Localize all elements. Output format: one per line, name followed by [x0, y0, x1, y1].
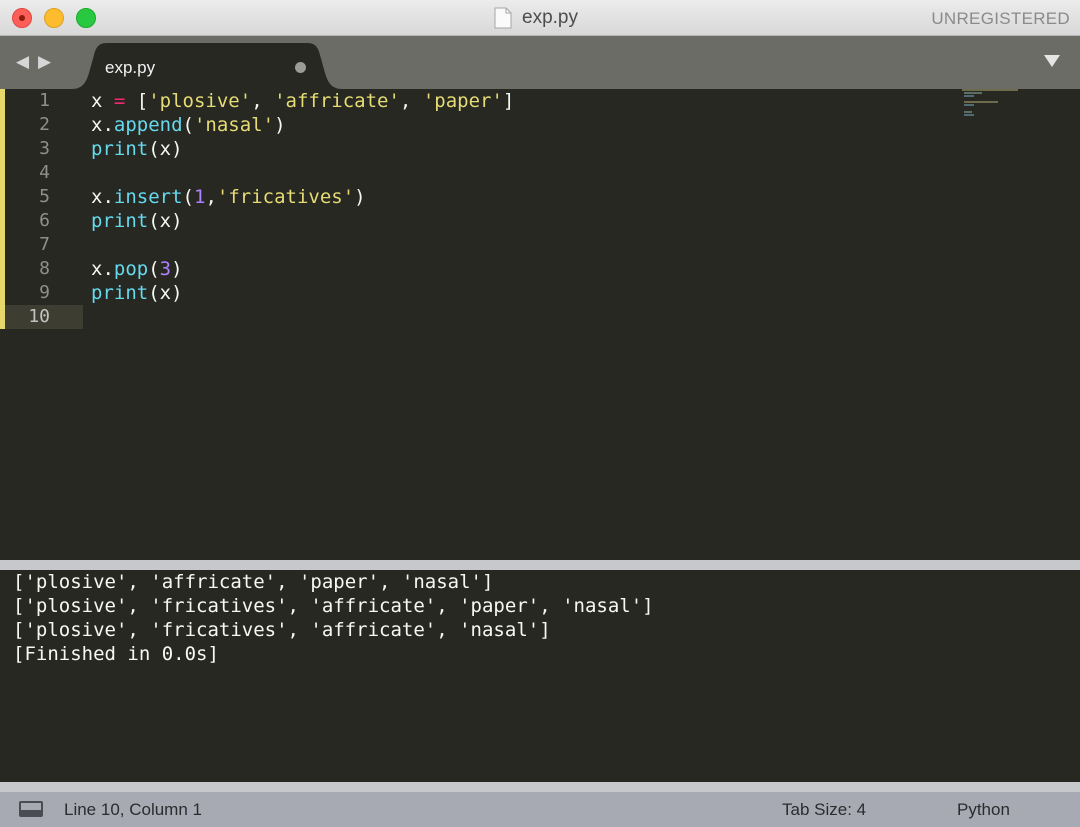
line-number: 2 [39, 114, 50, 135]
zoom-window-button[interactable] [76, 8, 96, 28]
tab-bar: ◀ ▶ exp.py [0, 36, 1080, 89]
code-line[interactable] [91, 305, 514, 329]
tab-size-selector[interactable]: Tab Size: 4 [782, 800, 866, 820]
forward-arrow-icon[interactable]: ▶ [38, 52, 51, 72]
syntax-selector[interactable]: Python [957, 800, 1010, 820]
code-line[interactable]: print(x) [91, 281, 514, 305]
output-line: ['plosive', 'fricatives', 'affricate', '… [13, 595, 654, 617]
tab-label: exp.py [105, 58, 156, 77]
line-number: 5 [39, 186, 50, 207]
tab-exp-py[interactable]: exp.py [72, 43, 342, 89]
code-line[interactable]: x.append('nasal') [91, 113, 514, 137]
editor-window: exp.py UNREGISTERED ◀ ▶ exp.py 1 2 3 4 5… [0, 0, 1080, 827]
code-line[interactable] [91, 233, 514, 257]
code-line[interactable]: x = ['plosive', 'affricate', 'paper'] [91, 89, 514, 113]
toggle-panel-icon[interactable] [19, 801, 43, 817]
build-output-panel[interactable]: ['plosive', 'affricate', 'paper', 'nasal… [4, 570, 1077, 782]
close-window-button[interactable] [12, 8, 32, 28]
line-number: 7 [39, 234, 50, 255]
line-number-gutter: 1 2 3 4 5 6 7 8 9 10 [5, 89, 83, 329]
unregistered-label: UNREGISTERED [931, 9, 1070, 28]
output-line: ['plosive', 'affricate', 'paper', 'nasal… [13, 571, 494, 593]
panel-bottom-border [0, 782, 1080, 792]
panel-splitter[interactable] [0, 560, 1080, 570]
line-number: 6 [39, 210, 50, 231]
code-line[interactable]: print(x) [91, 209, 514, 233]
code-line[interactable]: x.pop(3) [91, 257, 514, 281]
line-number-current: 10 [5, 305, 83, 329]
document-icon [494, 7, 512, 29]
code-area[interactable]: x = ['plosive', 'affricate', 'paper'] x.… [91, 89, 514, 329]
line-number: 1 [39, 90, 50, 111]
back-arrow-icon[interactable]: ◀ [16, 52, 29, 72]
tab-dropdown-icon[interactable] [1044, 55, 1060, 67]
output-line: ['plosive', 'fricatives', 'affricate', '… [13, 619, 551, 641]
line-number: 3 [39, 138, 50, 159]
code-line[interactable] [91, 161, 514, 185]
minimize-window-button[interactable] [44, 8, 64, 28]
status-bar: Line 10, Column 1 Tab Size: 4 Python [0, 792, 1080, 827]
line-number: 9 [39, 282, 50, 303]
minimap[interactable] [962, 89, 1032, 121]
line-number: 8 [39, 258, 50, 279]
output-line: [Finished in 0.0s] [13, 643, 219, 665]
code-editor[interactable]: 1 2 3 4 5 6 7 8 9 10 x = ['plosive', 'af… [0, 89, 1080, 560]
title-bar: exp.py UNREGISTERED [0, 0, 1080, 36]
line-number: 4 [39, 162, 50, 183]
code-line[interactable]: x.insert(1,'fricatives') [91, 185, 514, 209]
unsaved-dot-icon[interactable] [295, 62, 306, 73]
cursor-position: Line 10, Column 1 [64, 800, 202, 819]
code-line[interactable]: print(x) [91, 137, 514, 161]
window-title: exp.py [522, 7, 578, 28]
